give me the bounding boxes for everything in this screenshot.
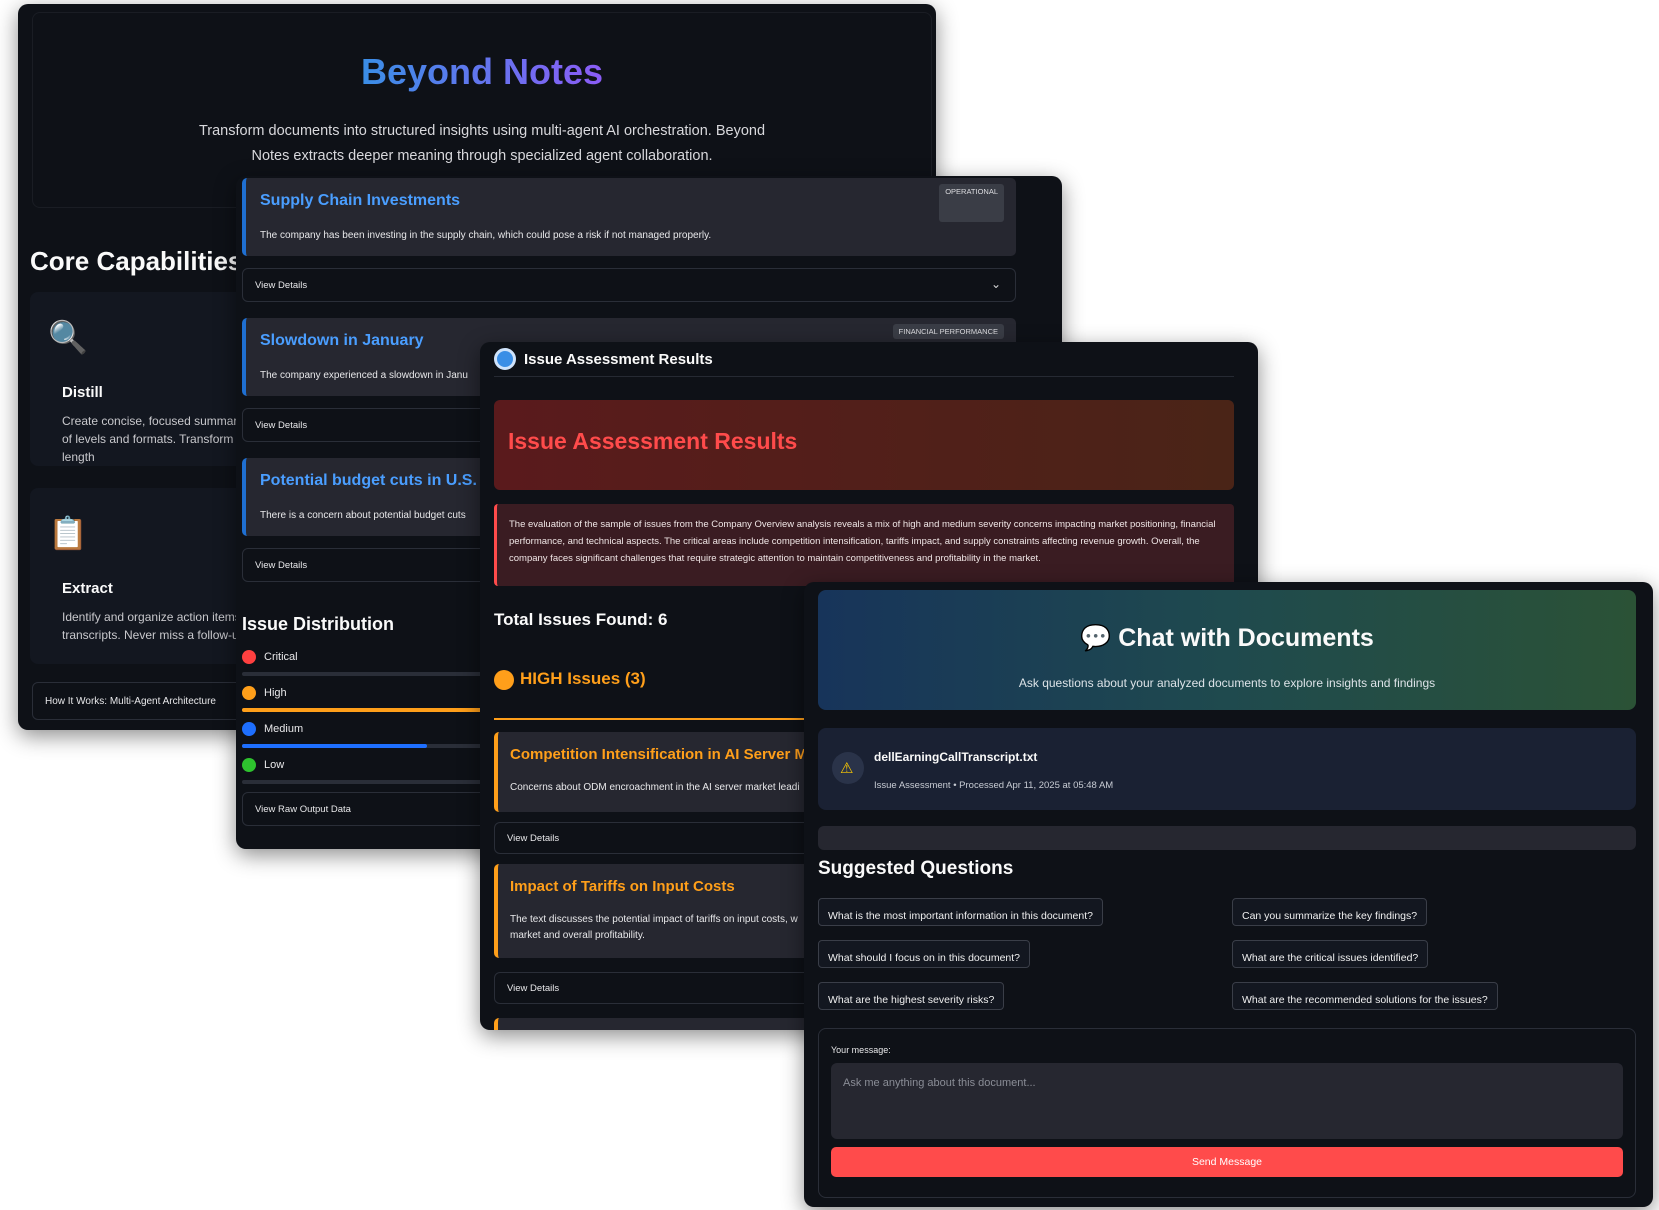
high-issues-label: HIGH Issues (3) (520, 669, 646, 688)
results-title: Issue Assessment Results (508, 428, 798, 454)
magnifier-icon: 🔍 (48, 319, 88, 355)
issue-description: There is a concern about potential budge… (260, 510, 466, 521)
view-details-expander[interactable]: View Details (494, 972, 834, 1004)
tab-title: Issue Assessment Results (524, 351, 713, 368)
results-banner: Issue Assessment Results (494, 400, 1234, 490)
issue-card: Supply Chain Investments The company has… (242, 178, 1016, 256)
severity-label: High (264, 687, 287, 699)
document-card: ⚠ dellEarningCallTranscript.txt Issue As… (818, 728, 1636, 810)
chat-window: 💬 Chat with Documents Ask questions abou… (804, 582, 1653, 1207)
capability-name: Extract (62, 580, 113, 597)
view-details-label: View Details (255, 560, 308, 571)
empty-chat-area (818, 826, 1636, 850)
send-message-button[interactable]: Send Message (831, 1147, 1623, 1177)
severity-label: Medium (264, 723, 304, 735)
divider (494, 718, 834, 720)
chat-title: 💬 Chat with Documents (1080, 624, 1374, 652)
clipboard-icon: 📋 (48, 515, 88, 551)
view-details-label: View Details (255, 420, 308, 431)
message-input[interactable] (831, 1063, 1623, 1139)
severity-label: Critical (264, 651, 298, 663)
suggested-question-button[interactable]: Can you summarize the key findings? (1232, 898, 1428, 926)
view-details-expander[interactable]: View Details ⌄ (242, 268, 1016, 302)
document-name: dellEarningCallTranscript.txt (874, 750, 1038, 764)
issue-title: Supply Chain Investments (260, 192, 461, 209)
total-issues: Total Issues Found: 6 (494, 610, 668, 629)
executive-summary: The evaluation of the sample of issues f… (494, 504, 1234, 586)
category-badge: OPERATIONAL (939, 184, 1004, 222)
suggested-question-button[interactable]: What are the recommended solutions for t… (1232, 982, 1498, 1010)
issue-description: The text discusses the potential impact … (510, 914, 798, 925)
issue-description-cont: market and overall profitability. (510, 930, 645, 941)
issue-description: Concerns about ODM encroachment in the A… (510, 782, 800, 793)
warning-icon: ⚠ (832, 752, 864, 784)
chat-subtitle: Ask questions about your analyzed docume… (1018, 676, 1436, 690)
suggested-questions-heading: Suggested Questions (818, 858, 1014, 879)
suggested-question-button[interactable]: What is the most important information i… (818, 898, 1103, 926)
issue-title: Potential budget cuts in U.S. fe (260, 472, 496, 489)
severity-dot-icon (242, 722, 256, 736)
suggested-question-button[interactable]: What are the critical issues identified? (1232, 940, 1429, 968)
app-title: Beyond Notes (360, 51, 604, 92)
issue-title: Slowdown in January (260, 332, 424, 349)
high-issue-card (494, 1018, 834, 1030)
severity-dot-icon (242, 758, 256, 772)
high-issue-card: Impact of Tariffs on Input Costs The tex… (494, 864, 834, 958)
severity-dot-icon (242, 686, 256, 700)
issue-description: The company has been investing in the su… (260, 230, 712, 241)
divider (494, 376, 1234, 377)
chevron-down-icon: ⌄ (990, 277, 1001, 291)
issue-distribution-heading: Issue Distribution (242, 614, 395, 634)
severity-bar-fill (242, 744, 427, 748)
capability-desc: Create concise, focused summaries of lev… (62, 414, 253, 464)
message-form: Your message: Send Message (818, 1028, 1636, 1198)
capability-desc: Identify and organize action items, tran… (62, 610, 246, 642)
view-details-label: View Details (255, 280, 308, 291)
issue-title: Impact of Tariffs on Input Costs (510, 878, 735, 895)
results-icon (494, 348, 516, 370)
core-capabilities-heading: Core Capabilities (30, 246, 243, 276)
view-details-expander[interactable]: View Details (494, 822, 834, 854)
suggested-question-button[interactable]: What are the highest severity risks? (818, 982, 1005, 1010)
orange-circle-icon (494, 670, 514, 690)
severity-label: Low (264, 759, 285, 771)
issue-description: The company experienced a slowdown in Ja… (260, 370, 468, 381)
app-subtitle: Transform documents into structured insi… (198, 123, 766, 164)
category-badge: FINANCIAL PERFORMANCE (892, 324, 1004, 339)
issue-title: Competition Intensification in AI Server… (510, 746, 816, 763)
message-label: Your message: (831, 1045, 891, 1055)
capability-name: Distill (62, 384, 103, 401)
chat-banner: 💬 Chat with Documents Ask questions abou… (818, 590, 1636, 710)
suggested-question-button[interactable]: What should I focus on in this document? (818, 940, 1031, 968)
document-meta: Issue Assessment • Processed Apr 11, 202… (874, 780, 1114, 791)
high-issue-card: Competition Intensification in AI Server… (494, 732, 834, 812)
severity-dot-icon (242, 650, 256, 664)
